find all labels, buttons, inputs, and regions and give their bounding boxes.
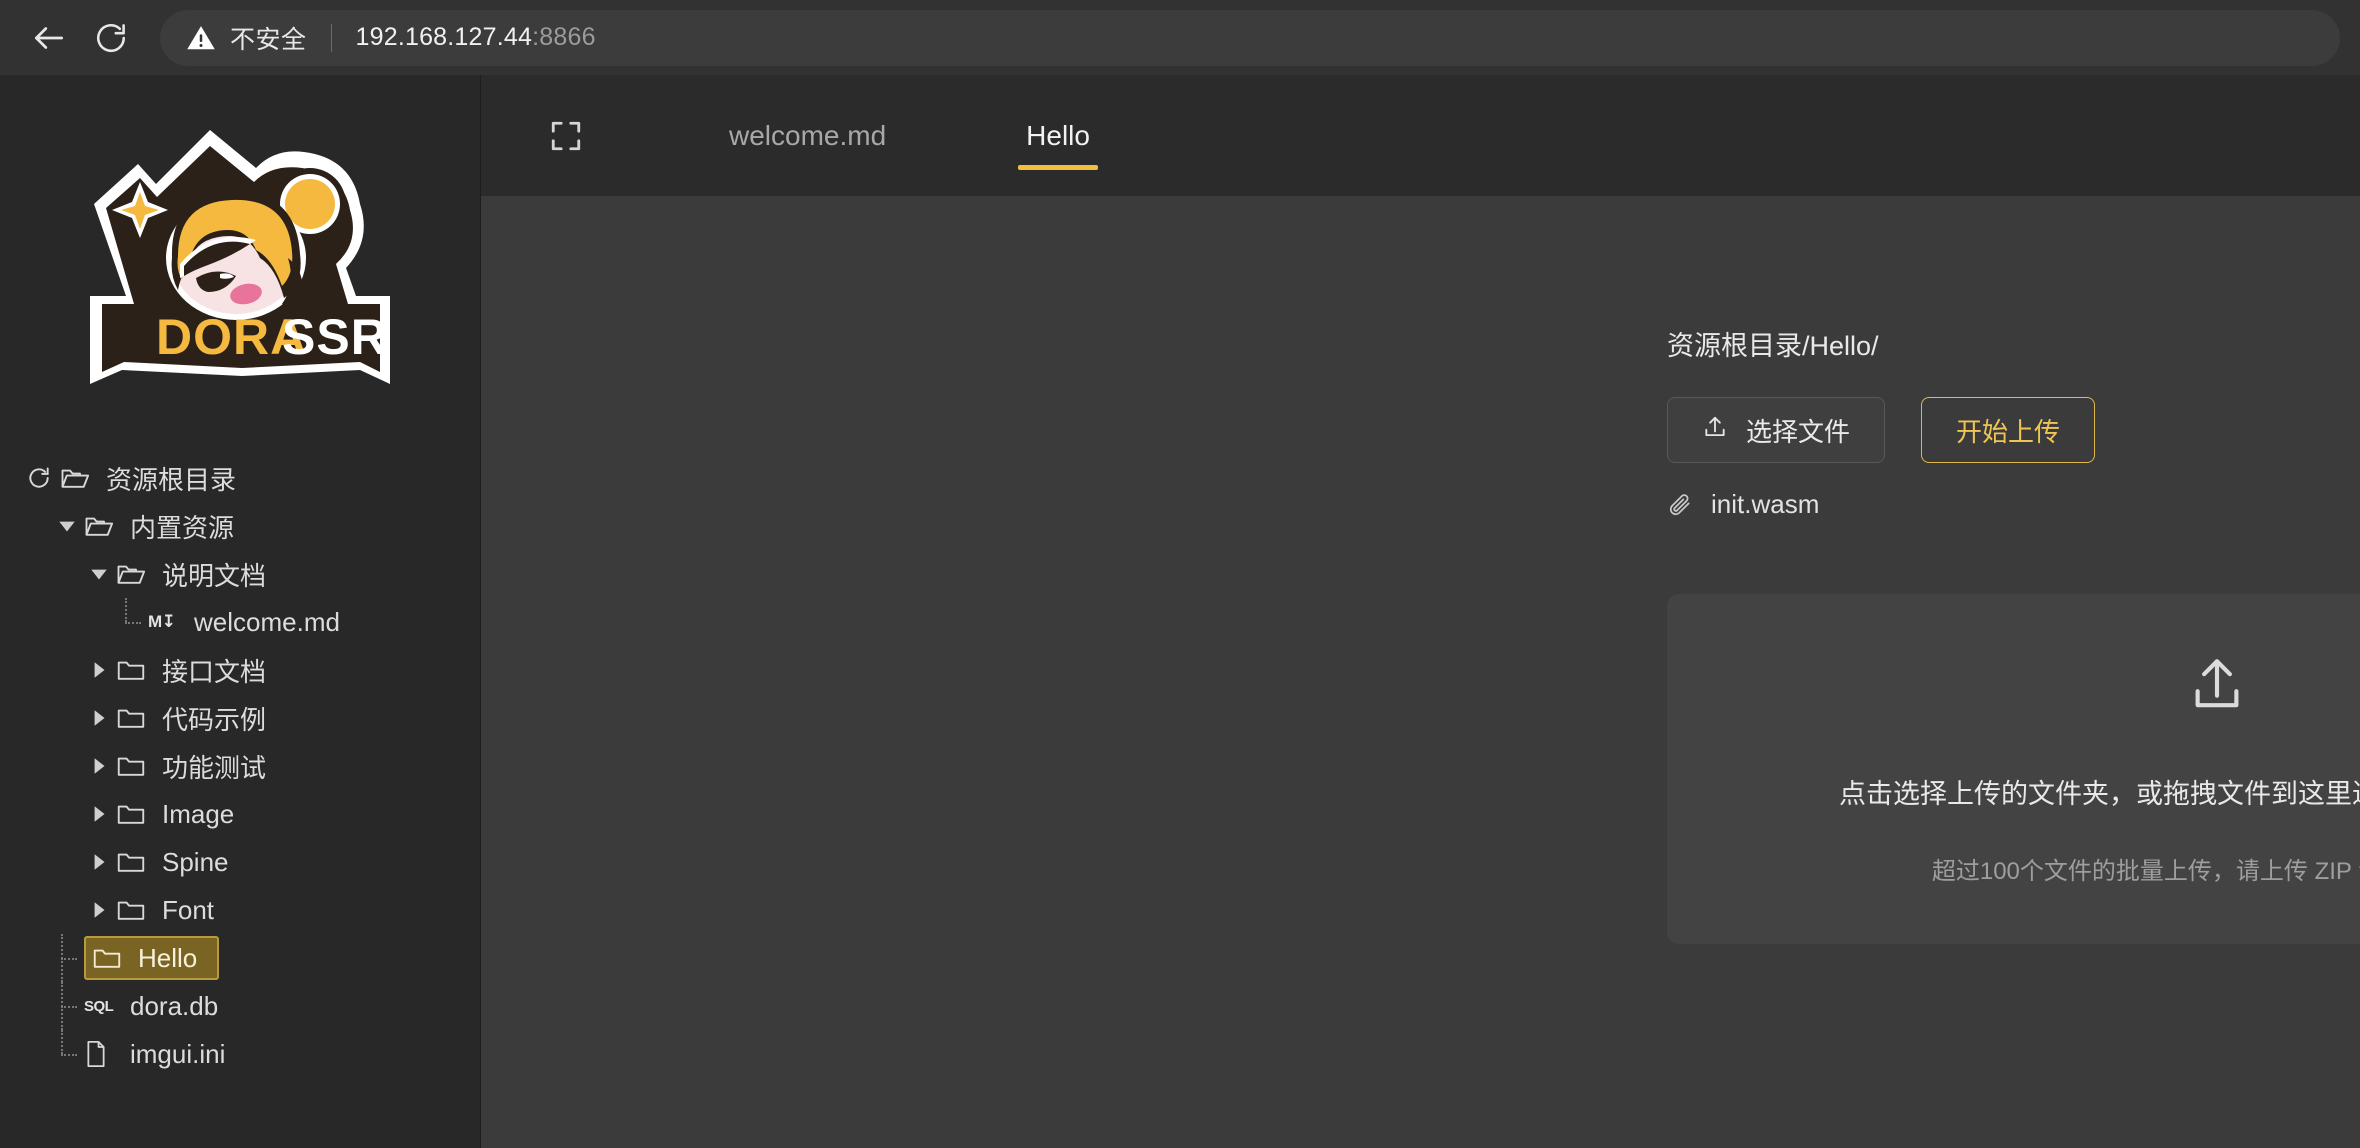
tab-label: Hello — [1026, 120, 1090, 152]
tree-item-welcome-md[interactable]: M↧ welcome.md — [0, 598, 480, 646]
tree-item-selection: Hello — [84, 936, 219, 980]
file-icon — [84, 1037, 124, 1071]
chevron-right-icon[interactable] — [82, 797, 116, 831]
attached-file-name: init.wasm — [1711, 489, 1819, 520]
omnibox-divider — [331, 24, 332, 52]
sidebar: DORA SSR 资源根目录 — [0, 75, 481, 1148]
browser-toolbar: 不安全 192.168.127.44:8866 — [0, 0, 2360, 75]
dropzone-title: 点击选择上传的文件夹，或拖拽文件到这里进行自动批量上传。 — [1839, 772, 2360, 811]
tree-guide — [114, 598, 148, 646]
attached-file-row[interactable]: init.wasm — [1667, 489, 2360, 520]
breadcrumb: 资源根目录/Hello/ — [1667, 324, 2360, 363]
chevron-right-icon[interactable] — [82, 749, 116, 783]
tree-item-label: Spine — [162, 847, 235, 878]
chevron-down-icon[interactable] — [82, 557, 116, 591]
start-upload-label: 开始上传 — [1956, 412, 2060, 449]
upload-panel: 资源根目录/Hello/ 选择文件 开始上传 — [1667, 324, 2360, 944]
reload-icon — [93, 20, 129, 56]
tree-item-label: 接口文档 — [162, 652, 272, 689]
tree-item-label: 说明文档 — [162, 556, 272, 593]
content-area: 资源根目录/Hello/ 选择文件 开始上传 — [481, 196, 2360, 1148]
tree-item-dora-db[interactable]: SQL dora.db — [0, 982, 480, 1030]
dora-ssr-logo: DORA SSR — [60, 108, 420, 408]
tree-item-feature-tests[interactable]: 功能测试 — [0, 742, 480, 790]
folder-closed-icon — [92, 941, 132, 975]
tree-item-label: Hello — [138, 943, 203, 974]
folder-closed-icon — [116, 701, 156, 735]
security-status-label: 不安全 — [230, 20, 307, 56]
logo-container: DORA SSR — [0, 75, 480, 440]
chevron-right-icon[interactable] — [82, 701, 116, 735]
tree-item-label: welcome.md — [194, 607, 346, 638]
app-root: DORA SSR 资源根目录 — [0, 75, 2360, 1148]
tree-item-font[interactable]: Font — [0, 886, 480, 934]
folder-closed-icon — [116, 893, 156, 927]
tree-item-api-docs[interactable]: 接口文档 — [0, 646, 480, 694]
tree-guide — [50, 1030, 84, 1078]
start-upload-button[interactable]: 开始上传 — [1921, 397, 2095, 463]
upload-dropzone[interactable]: 点击选择上传的文件夹，或拖拽文件到这里进行自动批量上传。 超过100个文件的批量… — [1667, 594, 2360, 944]
folder-open-icon — [84, 509, 124, 543]
tree-item-imgui-ini[interactable]: imgui.ini — [0, 1030, 480, 1078]
tree-item-label: 代码示例 — [162, 700, 272, 737]
select-file-label: 选择文件 — [1746, 412, 1850, 449]
tab-bar: welcome.md Hello — [481, 75, 2360, 196]
upload-cloud-icon — [2186, 653, 2248, 720]
back-button[interactable] — [18, 7, 80, 69]
upload-actions: 选择文件 开始上传 — [1667, 397, 2360, 463]
tab-hello[interactable]: Hello — [996, 75, 1120, 196]
chevron-right-icon[interactable] — [82, 893, 116, 927]
url-text: 192.168.127.44:8866 — [356, 23, 596, 52]
upload-tray-icon — [1702, 414, 1728, 447]
file-tree: 资源根目录 内置资源 — [0, 440, 480, 1078]
url-port: :8866 — [532, 23, 596, 51]
tree-item-label: 内置资源 — [130, 508, 240, 545]
svg-text:SSR: SSR — [282, 309, 388, 365]
folder-closed-icon — [116, 797, 156, 831]
chevron-down-icon[interactable] — [50, 509, 84, 543]
main-area: welcome.md Hello 资源根目录/Hello/ — [481, 75, 2360, 1148]
tree-item-label: dora.db — [130, 991, 224, 1022]
tree-guide — [50, 934, 84, 982]
dropzone-subtitle: 超过100个文件的批量上传，请上传 ZIP 包再做解压。 — [1932, 851, 2360, 886]
chevron-right-icon[interactable] — [82, 653, 116, 687]
folder-open-icon — [116, 557, 156, 591]
tree-item-builtin[interactable]: 内置资源 — [0, 502, 480, 550]
select-file-button[interactable]: 选择文件 — [1667, 397, 1885, 463]
tree-item-label: Font — [162, 895, 220, 926]
tab-label: welcome.md — [729, 120, 886, 152]
address-bar[interactable]: 不安全 192.168.127.44:8866 — [160, 10, 2340, 66]
folder-closed-icon — [116, 749, 156, 783]
refresh-icon[interactable] — [22, 461, 56, 495]
tree-item-code-samples[interactable]: 代码示例 — [0, 694, 480, 742]
tree-item-label: Image — [162, 799, 240, 830]
paperclip-icon — [1667, 492, 1693, 518]
reload-button[interactable] — [80, 7, 142, 69]
warning-triangle-icon — [186, 23, 216, 53]
sql-icon: SQL — [84, 989, 124, 1023]
tree-guide — [50, 982, 84, 1030]
tree-item-label: 功能测试 — [162, 748, 272, 785]
tree-item-docs[interactable]: 说明文档 — [0, 550, 480, 598]
chevron-right-icon[interactable] — [82, 845, 116, 879]
tab-welcome-md[interactable]: welcome.md — [699, 75, 916, 196]
fullscreen-icon[interactable] — [543, 113, 589, 159]
tree-item-spine[interactable]: Spine — [0, 838, 480, 886]
folder-closed-icon — [116, 653, 156, 687]
tree-item-image[interactable]: Image — [0, 790, 480, 838]
tree-item-label: imgui.ini — [130, 1039, 231, 1070]
tree-item-hello[interactable]: Hello — [0, 934, 480, 982]
folder-open-icon — [60, 461, 100, 495]
back-arrow-icon — [30, 19, 68, 57]
markdown-icon: M↧ — [148, 605, 188, 639]
url-host: 192.168.127.44 — [356, 23, 533, 51]
folder-closed-icon — [116, 845, 156, 879]
tree-item-root[interactable]: 资源根目录 — [0, 454, 480, 502]
tree-item-label: 资源根目录 — [106, 460, 242, 497]
